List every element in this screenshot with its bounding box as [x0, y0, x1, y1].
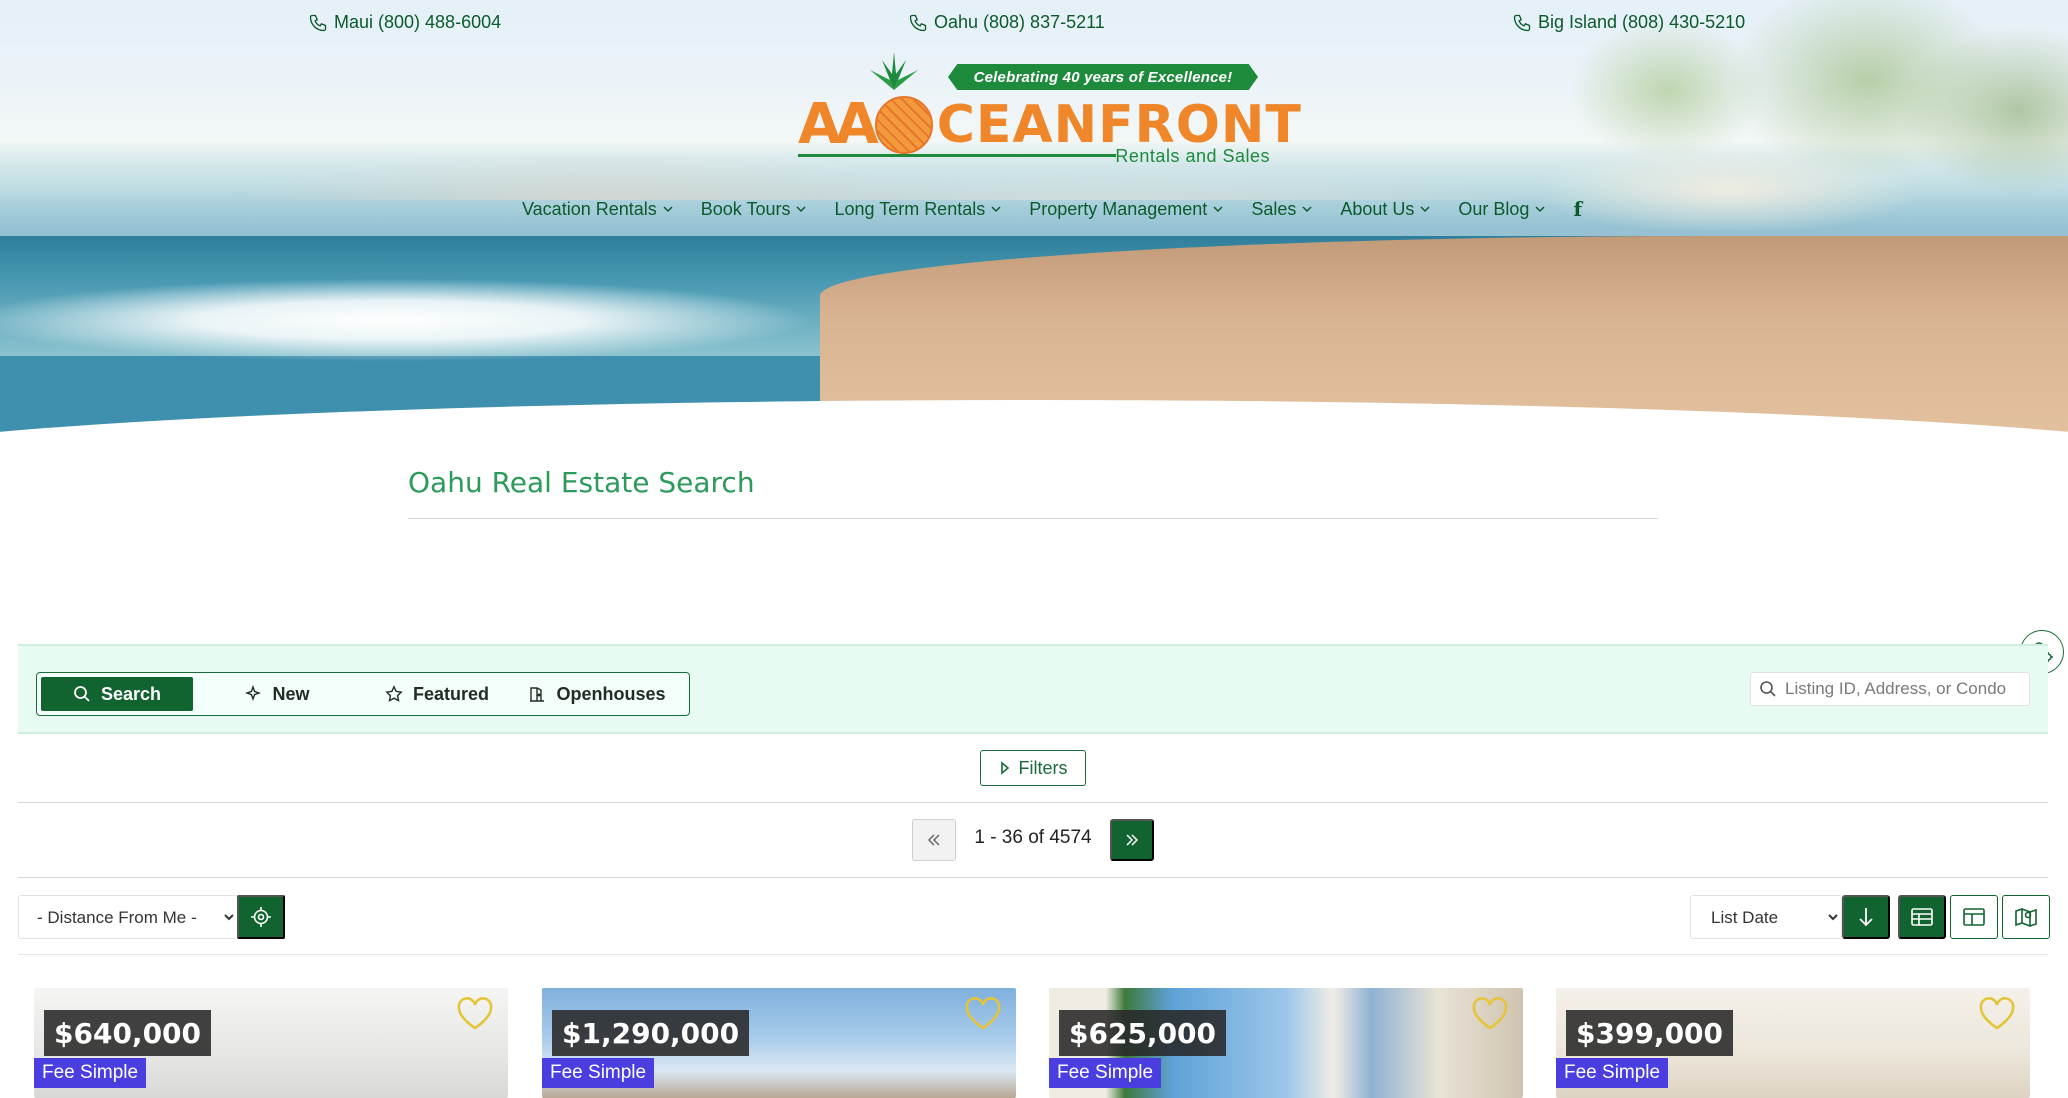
sort-direction-button[interactable] [1842, 895, 1890, 939]
logo-banner: Celebrating 40 years of Excellence! [948, 64, 1258, 90]
chevron-down-icon [1213, 206, 1223, 213]
tenure-badge: Fee Simple [542, 1058, 655, 1088]
nav-our-blog[interactable]: Our Blog [1444, 196, 1559, 222]
phone-icon [309, 14, 327, 31]
next-page-button[interactable] [1110, 819, 1154, 861]
pineapple-leaves-icon [870, 52, 918, 90]
chevron-down-icon [991, 206, 1001, 213]
logo-aa: AA [798, 92, 879, 157]
nav-property-management[interactable]: Property Management [1015, 196, 1237, 222]
tab-label: Openhouses [556, 683, 666, 704]
crosshair-icon [251, 907, 271, 927]
nav-label: Property Management [1029, 198, 1208, 219]
logo-underline [798, 154, 1116, 157]
nav-label: Vacation Rentals [522, 198, 657, 219]
facebook-icon[interactable]: f [1559, 197, 1596, 221]
door-icon [530, 687, 545, 702]
phone-label: Oahu (808) 837-5211 [934, 12, 1105, 32]
nav-long-term-rentals[interactable]: Long Term Rentals [820, 196, 1015, 222]
nav-label: Long Term Rentals [834, 198, 986, 219]
sort-select[interactable]: List Date [1690, 895, 1842, 939]
tab-label: New [272, 683, 310, 704]
nav-about-us[interactable]: About Us [1326, 196, 1444, 222]
locate-me-button[interactable] [237, 895, 285, 939]
chevron-down-icon [1535, 206, 1545, 213]
filters-button[interactable]: Filters [980, 750, 1086, 786]
logo-subtitle: Rentals and Sales [1115, 146, 1270, 166]
sparkle-icon [245, 685, 262, 702]
listing-price: $1,290,000 [552, 1010, 750, 1056]
map-view-button[interactable] [2002, 895, 2050, 939]
favorite-heart-icon[interactable] [964, 996, 1002, 1032]
tab-openhouses[interactable]: Openhouses [521, 677, 673, 711]
nav-label: About Us [1340, 198, 1415, 219]
nav-book-tours[interactable]: Book Tours [687, 196, 821, 222]
divider [18, 802, 2048, 803]
table-icon [1911, 908, 1933, 926]
nav-label: Book Tours [700, 198, 791, 219]
distance-select[interactable]: - Distance From Me - [18, 895, 238, 939]
double-chevron-left-icon [927, 834, 940, 846]
tenure-badge: Fee Simple [1049, 1058, 1162, 1088]
phone-link-oahu[interactable]: Oahu (808) 837-5211 [908, 12, 1105, 33]
star-icon [385, 685, 403, 702]
search-icon [74, 686, 90, 702]
main-nav: Vacation Rentals Book Tours Long Term Re… [508, 196, 1596, 222]
nav-label: Sales [1251, 198, 1297, 219]
listing-search-input[interactable] [1785, 679, 2015, 699]
layout-icon [1963, 908, 1985, 926]
tab-featured[interactable]: Featured [361, 677, 513, 711]
caret-right-icon [1000, 761, 1009, 775]
chevron-down-icon [663, 206, 673, 213]
favorite-heart-icon[interactable] [1978, 996, 2016, 1032]
phone-link-maui[interactable]: Maui (800) 488-6004 [308, 12, 501, 33]
logo-oceanfront: CEANFRONT [936, 95, 1302, 155]
listing-search-box [1750, 672, 2030, 706]
listing-price: $625,000 [1059, 1010, 1227, 1056]
chevron-down-icon [796, 206, 806, 213]
pineapple-icon [874, 96, 933, 154]
page-title: Oahu Real Estate Search [408, 466, 755, 499]
favorite-heart-icon[interactable] [1471, 996, 1509, 1032]
previous-page-button[interactable] [912, 819, 956, 861]
listing-card[interactable]: $625,000 Fee Simple [1049, 988, 1523, 1098]
site-logo[interactable]: Celebrating 40 years of Excellence! AA C… [798, 52, 1301, 172]
listing-card[interactable]: $399,000 Fee Simple [1556, 988, 2030, 1098]
chevron-down-icon [1420, 206, 1430, 213]
listing-card[interactable]: $1,290,000 Fee Simple [542, 988, 1016, 1098]
tab-label: Search [100, 683, 162, 704]
divider [408, 518, 1658, 519]
arrow-down-icon [1859, 908, 1873, 927]
listing-price: $399,000 [1566, 1010, 1734, 1056]
phone-icon [1513, 14, 1531, 31]
search-icon [1760, 681, 1776, 697]
nav-sales[interactable]: Sales [1237, 196, 1326, 222]
pagination-range: 1 - 36 of 4574 [974, 827, 1092, 848]
tab-label: Featured [412, 683, 490, 704]
double-chevron-right-icon [1126, 834, 1139, 846]
divider [18, 877, 2048, 878]
phone-bar: Maui (800) 488-6004 Oahu (808) 837-5211 … [0, 12, 2068, 38]
listing-card[interactable]: $640,000 Fee Simple [34, 988, 508, 1098]
grid-view-button[interactable] [1950, 895, 1998, 939]
divider [18, 954, 2048, 955]
table-view-button[interactable] [1898, 895, 1946, 939]
phone-label: Maui (800) 488-6004 [334, 12, 502, 32]
search-tabs: Search New Featured Openhouses [36, 672, 690, 716]
tenure-badge: Fee Simple [1556, 1058, 1669, 1088]
phone-label: Big Island (808) 430-5210 [1538, 12, 1746, 32]
chevron-down-icon [1302, 206, 1312, 213]
search-panel: Search New Featured Openhouses [18, 644, 2048, 734]
map-icon [2015, 908, 2037, 927]
tab-search[interactable]: Search [41, 677, 193, 711]
nav-label: Our Blog [1458, 198, 1530, 219]
listing-price: $640,000 [44, 1010, 212, 1056]
tenure-badge: Fee Simple [34, 1058, 147, 1088]
favorite-heart-icon[interactable] [456, 996, 494, 1032]
phone-icon [909, 14, 927, 31]
phone-link-big-island[interactable]: Big Island (808) 430-5210 [1512, 12, 1745, 33]
tab-new[interactable]: New [201, 677, 353, 711]
filters-label: Filters [1018, 757, 1068, 778]
nav-vacation-rentals[interactable]: Vacation Rentals [508, 196, 687, 222]
